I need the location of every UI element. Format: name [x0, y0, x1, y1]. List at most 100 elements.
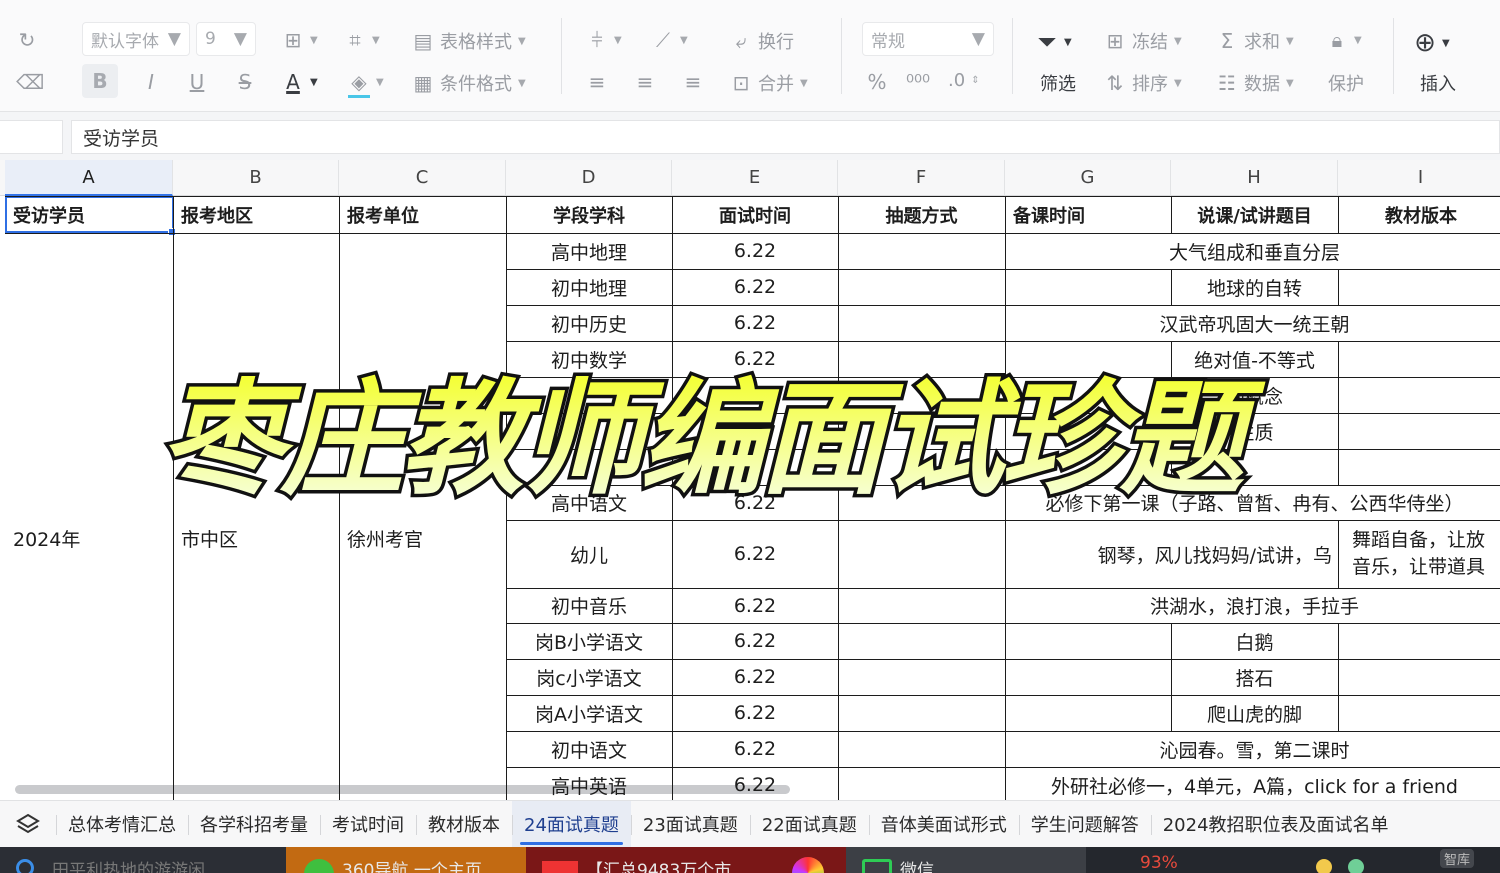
crop-button[interactable]: ⌗ ▼: [344, 28, 379, 52]
merged-cell-student[interactable]: 2024年: [13, 233, 171, 800]
sheet-tab[interactable]: 总体考情汇总: [56, 801, 188, 848]
header-cell[interactable]: 报考地区: [181, 196, 347, 233]
cell-topic[interactable]: 爬山虎的脚: [1171, 695, 1338, 731]
cell-interview-date[interactable]: 6.22: [672, 767, 838, 800]
protect-dropdown-button[interactable]: 🔒︎ ▼: [1326, 28, 1362, 52]
merged-cell-region[interactable]: 市中区: [181, 233, 337, 800]
cell-topic[interactable]: 搭石: [1171, 659, 1338, 695]
column-header-d[interactable]: D: [506, 160, 672, 196]
column-header-c[interactable]: C: [339, 160, 506, 196]
header-cell[interactable]: 说课/试讲题目: [1171, 196, 1338, 233]
insert-dropdown-button[interactable]: ⊕ ▼: [1414, 28, 1450, 58]
fill-color-button[interactable]: ◈ ▼: [348, 70, 384, 98]
sheet-tab[interactable]: 22面试真题: [749, 801, 869, 848]
spreadsheet-grid[interactable]: 舞蹈自备，让放 音乐，让带道具 A B C D E F G H I 受访学员 报考地区 报考单位 学段学…: [0, 160, 1500, 800]
clear-format-button[interactable]: ⌫: [16, 70, 44, 94]
column-header-h[interactable]: H: [1171, 160, 1338, 196]
column-header-e[interactable]: E: [672, 160, 838, 196]
header-cell[interactable]: 抽题方式: [838, 196, 1005, 233]
vertical-align-button[interactable]: ⫩ ▼: [586, 28, 621, 52]
cell-subject[interactable]: 岗B小学语文: [506, 623, 672, 659]
redo-button[interactable]: ↻: [16, 28, 38, 52]
align-left-button[interactable]: ≡: [586, 70, 608, 94]
cell-textbook-kindergarten[interactable]: 舞蹈自备，让放 音乐，让带道具: [1352, 527, 1498, 581]
sheet-tab[interactable]: 各学科招考量: [188, 801, 320, 848]
cell-interview-date[interactable]: 6.22: [672, 695, 838, 731]
cell-subject[interactable]: [506, 449, 672, 485]
underline-button[interactable]: U: [186, 70, 208, 94]
taskbar-item-360[interactable]: 360导航 一个主页: [286, 847, 526, 873]
column-header-a[interactable]: A: [5, 160, 173, 196]
taskbar-item-wechat[interactable]: 微信: [846, 847, 1086, 873]
cell-topic[interactable]: 地球的自转: [1171, 269, 1338, 305]
align-right-button[interactable]: ≡: [682, 70, 704, 94]
column-header-f[interactable]: F: [838, 160, 1005, 196]
column-header-g[interactable]: G: [1005, 160, 1171, 196]
cell-subject[interactable]: 岗c小学语文: [506, 659, 672, 695]
cell-topic[interactable]: 大气组成和垂直分层: [1005, 233, 1500, 269]
wrap-text-button[interactable]: ⤶ 换行: [730, 28, 794, 54]
align-center-button[interactable]: ≡: [634, 70, 656, 94]
cell-interview-date[interactable]: 6.22: [672, 269, 838, 305]
cell-topic[interactable]: 绝对值-不等式: [1171, 341, 1338, 377]
sheet-tab[interactable]: 23面试真题: [630, 801, 750, 848]
header-cell[interactable]: 学段学科: [506, 196, 672, 233]
cell-subject[interactable]: [506, 377, 672, 413]
number-format-select[interactable]: 常规 ▼: [862, 22, 994, 56]
cell-interview-date[interactable]: 6.22: [672, 305, 838, 341]
cell-interview-date[interactable]: 6.22: [672, 659, 838, 695]
sheet-tab[interactable]: 24面试真题: [512, 800, 631, 848]
cell-interview-date[interactable]: [672, 377, 838, 413]
font-color-button[interactable]: A ▼: [282, 70, 318, 94]
sum-button[interactable]: Σ 求和 ▼: [1216, 28, 1294, 54]
data-button[interactable]: ☷ 数据 ▼: [1216, 70, 1294, 96]
cell-topic[interactable]: 的概念: [1171, 377, 1338, 413]
cell-topic[interactable]: 汉武帝巩固大一统王朝: [1005, 305, 1500, 341]
sort-button[interactable]: ⇅ 排序 ▼: [1104, 70, 1182, 96]
cell-topic[interactable]: 白鹅: [1171, 623, 1338, 659]
filter-button[interactable]: 筛选: [1040, 70, 1076, 96]
table-style-button[interactable]: ▤ 表格样式 ▼: [412, 28, 526, 54]
cell-subject[interactable]: 岗A小学语文: [506, 695, 672, 731]
italic-button[interactable]: I: [140, 70, 162, 94]
cell-interview-date[interactable]: 6.22: [672, 588, 838, 623]
cell-interview-date[interactable]: 6.22: [672, 233, 838, 269]
header-cell[interactable]: 面试时间: [672, 196, 838, 233]
cell-topic[interactable]: 洪湖水，浪打浪，手拉手: [1005, 588, 1500, 623]
cell-topic[interactable]: 沁园春。雪，第二课时: [1005, 731, 1500, 767]
header-cell[interactable]: 报考单位: [347, 196, 514, 233]
cell-subject[interactable]: 高中语文: [506, 485, 672, 520]
borders-button[interactable]: ⊞ ▼: [282, 28, 318, 52]
sheet-tab[interactable]: 2024教招职位表及面试名单: [1150, 801, 1401, 848]
conditional-format-button[interactable]: ▦ 条件格式 ▼: [412, 70, 526, 96]
sheet-tab[interactable]: 教材版本: [416, 801, 512, 848]
sheet-tab[interactable]: 考试时间: [320, 801, 416, 848]
header-cell[interactable]: 备课时间: [1013, 196, 1179, 233]
sheet-list-button[interactable]: [0, 801, 56, 848]
cell-subject[interactable]: 初中音乐: [506, 588, 672, 623]
column-header-i[interactable]: I: [1338, 160, 1500, 196]
sheet-tab[interactable]: 学生问题解答: [1018, 801, 1151, 848]
taskbar-item-search[interactable]: 田平利热地的游游闲: [0, 847, 286, 873]
font-size-select[interactable]: 9 ▼: [196, 22, 256, 56]
freeze-button[interactable]: ⊞ 冻结 ▼: [1104, 28, 1182, 54]
taskbar-item-color[interactable]: [786, 847, 846, 873]
cell-subject[interactable]: 高中英语: [506, 767, 672, 800]
text-rotate-button[interactable]: ⟋ ▼: [652, 28, 688, 52]
header-cell[interactable]: 受访学员: [13, 196, 181, 233]
cell-interview-date[interactable]: 6.22: [672, 341, 838, 377]
cell-topic[interactable]: 外研社必修一，4单元，A篇，click for a friend: [1005, 767, 1500, 800]
header-cell[interactable]: 教材版本: [1338, 196, 1500, 233]
name-box[interactable]: [0, 120, 63, 154]
protect-button[interactable]: 保护: [1328, 70, 1364, 96]
merge-cells-button[interactable]: ⊡ 合并 ▼: [730, 70, 808, 96]
cell-topic[interactable]: 钢琴，风儿找妈妈/试讲，乌: [1005, 520, 1332, 588]
cell-subject[interactable]: 初中历史: [506, 305, 672, 341]
strikethrough-button[interactable]: S: [234, 70, 256, 94]
insert-button[interactable]: 插入: [1420, 70, 1456, 96]
cell-interview-date[interactable]: 6.22: [672, 623, 838, 659]
column-header-b[interactable]: B: [173, 160, 339, 196]
formula-input[interactable]: 受访学员: [71, 120, 1500, 154]
font-family-select[interactable]: 默认字体 ▼: [82, 22, 190, 56]
filter-dropdown-button[interactable]: ⏷ ▼: [1036, 28, 1071, 56]
